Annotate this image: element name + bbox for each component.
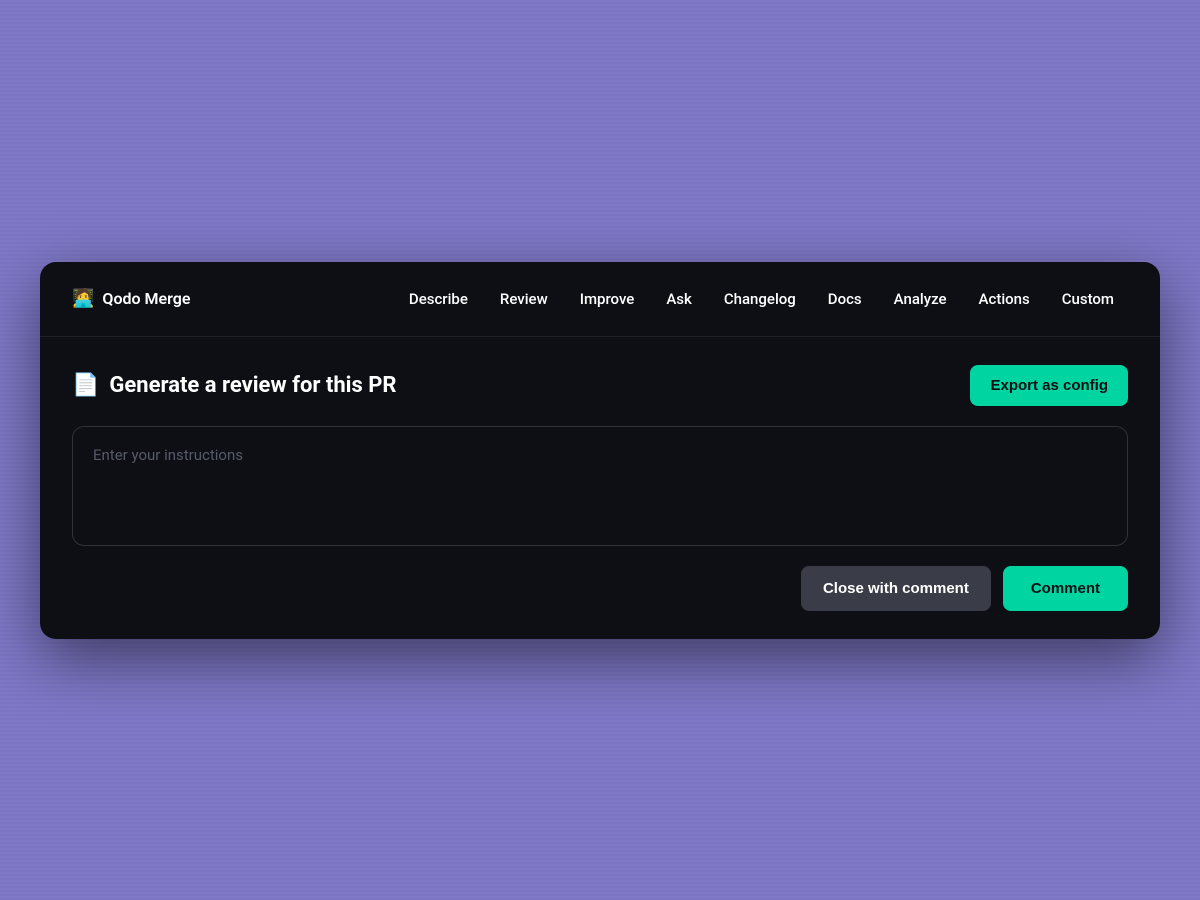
instructions-area[interactable]: Enter your instructions [72, 426, 1128, 546]
brand: 🧑‍💻 Qodo Merge [72, 288, 190, 309]
export-config-button[interactable]: Export as config [970, 365, 1128, 406]
section-title: 📄 Generate a review for this PR [72, 373, 397, 398]
nav-items: Describe Review Improve Ask Changelog Do… [222, 284, 1128, 314]
nav-item-actions[interactable]: Actions [965, 284, 1044, 314]
content: 📄 Generate a review for this PR Export a… [40, 337, 1160, 639]
section-icon: 📄 [72, 373, 99, 398]
nav-item-analyze[interactable]: Analyze [880, 284, 961, 314]
nav-item-review[interactable]: Review [486, 284, 562, 314]
nav-item-describe[interactable]: Describe [395, 284, 482, 314]
nav-item-ask[interactable]: Ask [652, 284, 706, 314]
section-title-text: Generate a review for this PR [109, 373, 396, 398]
nav-item-docs[interactable]: Docs [814, 284, 876, 314]
instructions-placeholder: Enter your instructions [93, 446, 243, 464]
comment-button[interactable]: Comment [1003, 566, 1128, 611]
nav-item-custom[interactable]: Custom [1048, 284, 1128, 314]
footer-actions: Close with comment Comment [72, 566, 1128, 611]
nav-item-changelog[interactable]: Changelog [710, 284, 810, 314]
close-with-comment-button[interactable]: Close with comment [801, 566, 991, 611]
navbar: 🧑‍💻 Qodo Merge Describe Review Improve A… [40, 262, 1160, 337]
section-header: 📄 Generate a review for this PR Export a… [72, 365, 1128, 406]
main-card: 🧑‍💻 Qodo Merge Describe Review Improve A… [40, 262, 1160, 639]
brand-name: Qodo Merge [102, 289, 190, 308]
brand-icon: 🧑‍💻 [72, 288, 94, 309]
nav-item-improve[interactable]: Improve [566, 284, 649, 314]
